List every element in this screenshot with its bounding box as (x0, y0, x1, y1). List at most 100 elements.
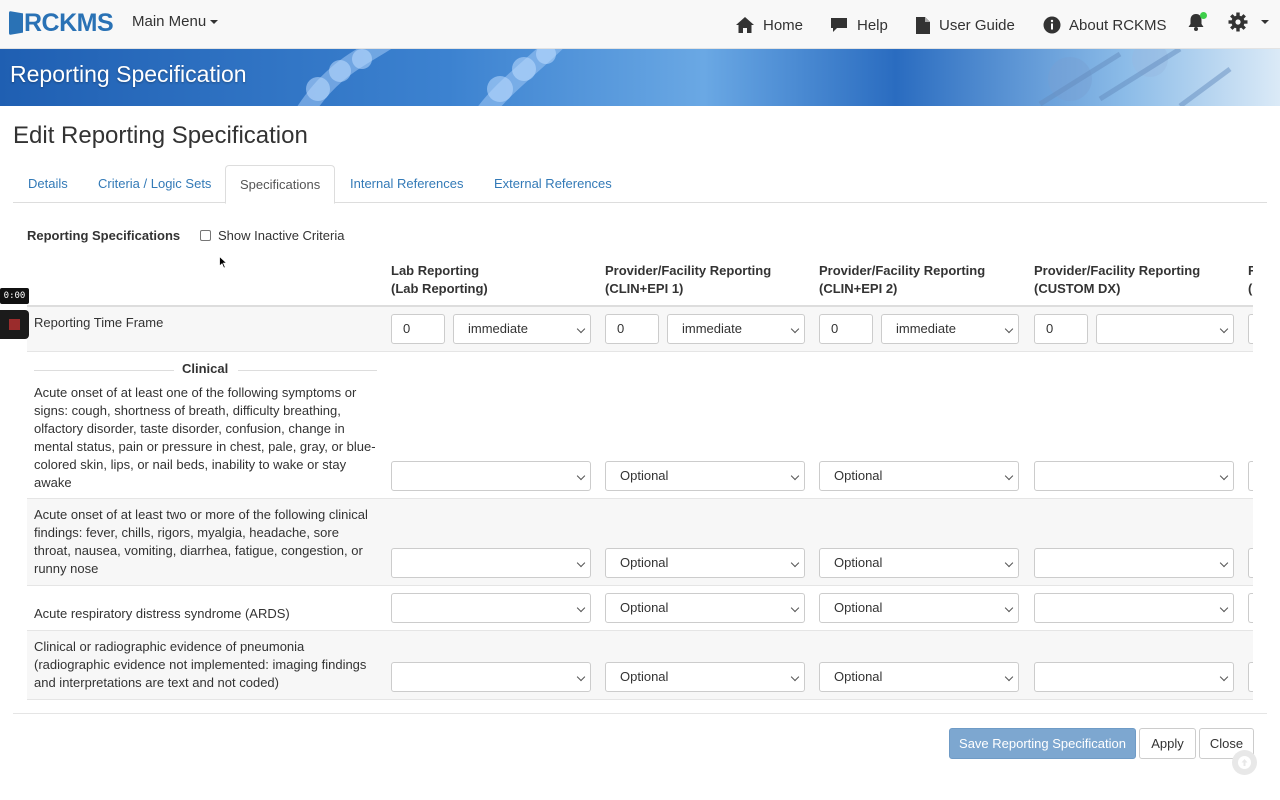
column-header-truncated: F ( (1248, 262, 1253, 298)
chevron-down-icon (1219, 603, 1229, 613)
save-reporting-specification-button[interactable]: Save Reporting Specification (949, 728, 1136, 759)
time-frame-value-input[interactable]: 0 (605, 314, 659, 344)
column-header-clin-epi-2: Provider/Facility Reporting (CLIN+EPI 2) (819, 262, 985, 298)
rckms-logo[interactable]: RCKMS (9, 9, 114, 37)
criteria-select-truncated[interactable] (1248, 593, 1253, 623)
column-header-line1: Lab Reporting (391, 263, 480, 278)
column-header-lab-reporting: Lab Reporting (Lab Reporting) (391, 262, 488, 298)
criteria-select[interactable] (391, 662, 591, 692)
column-header-line1: Provider/Facility Reporting (819, 263, 986, 278)
chevron-down-icon (576, 603, 586, 613)
stop-recording-button[interactable] (0, 310, 29, 339)
footer-divider (13, 713, 1267, 714)
chevron-down-icon (576, 324, 586, 334)
nav-help[interactable]: Help (829, 12, 888, 38)
tab-specifications[interactable]: Specifications (225, 165, 336, 204)
criteria-select[interactable]: Optional (605, 548, 805, 578)
criteria-select[interactable]: Optional (605, 662, 805, 692)
top-navbar: RCKMS Main Menu Home Help User Guide Abo… (0, 0, 1280, 49)
time-frame-unit-select[interactable]: immediate (667, 314, 805, 344)
criteria-select[interactable]: Optional (819, 548, 1019, 578)
notifications-button[interactable] (1187, 12, 1207, 35)
chevron-down-icon (790, 558, 800, 568)
criteria-select[interactable] (391, 548, 591, 578)
criteria-select-truncated[interactable] (1248, 662, 1253, 692)
nav-home[interactable]: Home (735, 12, 803, 38)
tab-bar: Details Criteria / Logic Sets Specificat… (13, 165, 1267, 204)
chevron-down-icon (1004, 558, 1014, 568)
criteria-select[interactable]: Optional (819, 461, 1019, 491)
chevron-down-icon (1219, 558, 1229, 568)
caret-down-icon (210, 20, 219, 25)
tab-details[interactable]: Details (14, 165, 82, 203)
chevron-down-icon (790, 324, 800, 334)
chevron-down-icon (1004, 603, 1014, 613)
criteria-select[interactable] (1034, 662, 1234, 692)
chevron-down-icon (1004, 471, 1014, 481)
chevron-down-icon (1004, 672, 1014, 682)
settings-dropdown[interactable] (1228, 12, 1269, 32)
chevron-down-icon (576, 558, 586, 568)
nav-user-guide-label: User Guide (939, 16, 1015, 34)
scroll-to-top-button[interactable] (1232, 750, 1257, 775)
criteria-select[interactable] (391, 461, 591, 491)
row-label-criteria: Clinical or radiographic evidence of pne… (34, 639, 367, 690)
time-frame-value-input[interactable]: 0 (1034, 314, 1088, 344)
page-title: Edit Reporting Specification (13, 122, 308, 149)
select-value: immediate (896, 321, 956, 336)
home-icon (736, 17, 754, 33)
document-icon (916, 16, 930, 34)
select-value: Optional (620, 669, 669, 684)
column-header-line2: (CUSTOM DX) (1034, 281, 1121, 296)
criteria-select[interactable]: Optional (819, 593, 1019, 623)
select-value: Optional (834, 669, 883, 684)
main-menu-dropdown[interactable]: Main Menu (132, 13, 219, 30)
column-header-line2: (CLIN+EPI 2) (819, 281, 898, 296)
tab-external-references[interactable]: External References (480, 165, 626, 203)
column-header-line1: Provider/Facility Reporting (605, 263, 772, 278)
logo-mark-icon (9, 11, 23, 35)
row-label-criteria: Acute respiratory distress syndrome (ARD… (34, 606, 290, 621)
select-value: Optional (834, 468, 883, 483)
time-frame-unit-select[interactable]: immediate (881, 314, 1019, 344)
select-value: immediate (682, 321, 742, 336)
nav-home-label: Home (763, 16, 804, 34)
section-divider (238, 370, 377, 371)
chevron-down-icon (790, 471, 800, 481)
show-inactive-criteria-toggle[interactable]: Show Inactive Criteria (200, 228, 344, 243)
time-frame-value-input[interactable]: 0 (391, 314, 445, 344)
select-value: immediate (468, 321, 528, 336)
banner-title: Reporting Specification (10, 61, 247, 87)
tab-internal-references[interactable]: Internal References (336, 165, 477, 203)
gear-icon (1228, 12, 1248, 32)
criteria-select[interactable]: Optional (819, 662, 1019, 692)
column-header-line1: F (1248, 263, 1253, 278)
chevron-down-icon (576, 672, 586, 682)
time-frame-value-input-truncated[interactable] (1248, 314, 1253, 344)
show-inactive-checkbox[interactable] (200, 230, 211, 241)
criteria-select[interactable] (391, 593, 591, 623)
nav-about[interactable]: About RCKMS (1043, 12, 1167, 38)
time-frame-unit-select[interactable] (1096, 314, 1234, 344)
notification-indicator (1200, 12, 1207, 19)
nav-user-guide[interactable]: User Guide (915, 12, 1015, 38)
criteria-select[interactable]: Optional (605, 593, 805, 623)
time-frame-unit-select[interactable]: immediate (453, 314, 591, 344)
apply-button[interactable]: Apply (1139, 728, 1196, 759)
main-menu-label: Main Menu (132, 13, 207, 30)
criteria-select[interactable] (1034, 593, 1234, 623)
caret-down-icon (1261, 20, 1269, 24)
tab-criteria-logic-sets[interactable]: Criteria / Logic Sets (84, 165, 225, 203)
column-header-line1: Provider/Facility Reporting (1034, 263, 1201, 278)
mouse-cursor-icon (219, 256, 228, 269)
comment-icon (831, 18, 847, 32)
criteria-select[interactable] (1034, 548, 1234, 578)
criteria-select-truncated[interactable] (1248, 548, 1253, 578)
nav-about-label: About RCKMS (1069, 16, 1167, 34)
criteria-select[interactable]: Optional (605, 461, 805, 491)
criteria-select-truncated[interactable] (1248, 461, 1253, 491)
chevron-down-icon (1219, 672, 1229, 682)
criteria-select[interactable] (1034, 461, 1234, 491)
time-frame-value-input[interactable]: 0 (819, 314, 873, 344)
chevron-down-icon (790, 672, 800, 682)
